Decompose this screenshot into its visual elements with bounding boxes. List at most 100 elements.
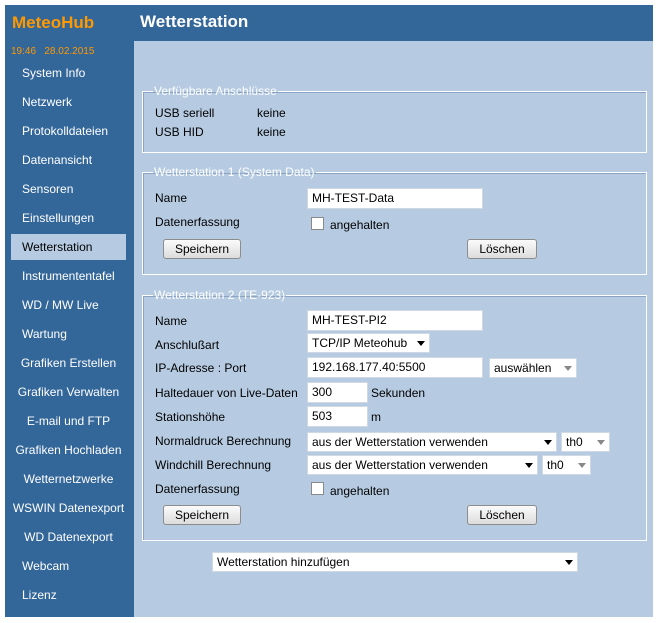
clock-date: 28.02.2015 — [44, 46, 95, 57]
station1-save-button[interactable]: Speichern — [163, 239, 241, 259]
nav-item-sensoren[interactable]: Sensoren — [11, 176, 126, 202]
station2-delete-button[interactable]: Löschen — [467, 505, 537, 525]
nav-item-webcam[interactable]: Webcam — [11, 553, 126, 579]
nav-item-datenansicht[interactable]: Datenansicht — [11, 147, 126, 173]
station2-altitude-label: Stationshöhe — [155, 410, 226, 424]
station2-capture-checkbox-label: angehalten — [330, 484, 390, 498]
station1-delete-button[interactable]: Löschen — [467, 239, 537, 259]
station2-name-label: Name — [155, 314, 188, 328]
nav-label: Instrumententafel — [22, 269, 115, 283]
station2-pressure-value: aus der Wetterstation verwenden — [312, 435, 488, 449]
nav-label: Grafiken Hochladen — [15, 443, 122, 457]
station2-pressure-sensor-select[interactable]: th0 — [561, 432, 610, 452]
station2-windchill-sensor-select[interactable]: th0 — [542, 455, 591, 475]
nav-label: Wetternetzwerke — [23, 472, 114, 486]
nav-label: Grafiken Erstellen — [20, 356, 117, 370]
nav-item-wd-mw-live[interactable]: WD / MW Live — [11, 292, 126, 318]
station2-ip-input[interactable]: 192.168.177.40:5500 — [307, 357, 483, 378]
page-title: Wetterstation — [140, 12, 249, 31]
nav-item-grafiken-erstellen[interactable]: Grafiken Erstellen — [11, 350, 126, 376]
ports-legend: Verfügbare Anschlüsse — [154, 84, 277, 98]
station2-connection-value: TCP/IP Meteohub — [312, 336, 408, 350]
station2-ip-label: IP-Adresse : Port — [155, 361, 247, 375]
ports-fieldset: Verfügbare Anschlüsse — [142, 84, 647, 153]
station1-capture-checkbox-label: angehalten — [330, 218, 390, 232]
station2-save-button[interactable]: Speichern — [163, 505, 241, 525]
clock-time: 19:46 — [11, 46, 37, 57]
nav-label: Einstellungen — [22, 211, 95, 225]
add-station-value: Wetterstation hinzufügen — [217, 555, 350, 569]
nav-label: WSWIN Datenexport — [12, 501, 125, 515]
nav-item-wd-datenexport[interactable]: WD Datenexport — [11, 524, 126, 550]
station2-windchill-sensor-value: th0 — [547, 458, 564, 472]
main-content: Verfügbare Anschlüsse USB seriell keine … — [134, 41, 653, 617]
station2-connection-label: Anschlußart — [155, 338, 220, 352]
nav-item-lizenz[interactable]: Lizenz — [11, 582, 126, 608]
chevron-down-icon — [578, 463, 586, 468]
station2-windchill-label: Windchill Berechnung — [155, 458, 272, 472]
station2-legend: Wetterstation 2 (TE-923) — [154, 288, 286, 302]
station2-pressure-label: Normaldruck Berechnung — [155, 434, 292, 448]
nav-label: E-mail und FTP — [26, 414, 111, 428]
station2-hold-label: Haltedauer von Live-Daten — [155, 386, 298, 400]
nav-item-system-info[interactable]: System Info — [11, 60, 126, 86]
station2-windchill-select[interactable]: aus der Wetterstation verwenden — [307, 455, 538, 475]
clock: 19:46 28.02.2015 — [11, 46, 94, 57]
chevron-down-icon — [597, 440, 605, 445]
port-value-usb-serial: keine — [257, 106, 286, 120]
station1-capture-checkbox[interactable] — [311, 217, 324, 230]
nav-item-wartung[interactable]: Wartung — [11, 321, 126, 347]
station2-hold-input[interactable]: 300 — [307, 382, 368, 403]
nav-item-grafiken-hochladen[interactable]: Grafiken Hochladen — [11, 437, 126, 463]
nav-label: Wetterstation — [22, 240, 93, 254]
nav-label: Protokolldateien — [22, 124, 109, 138]
nav-item-einstellungen[interactable]: Einstellungen — [11, 205, 126, 231]
station2-connection-select[interactable]: TCP/IP Meteohub — [307, 333, 430, 353]
nav-item-netzwerk[interactable]: Netzwerk — [11, 89, 126, 115]
station2-capture-checkbox[interactable] — [311, 482, 324, 495]
station2-altitude-input[interactable]: 503 — [307, 406, 368, 427]
station2-name-input[interactable]: MH-TEST-PI2 — [307, 310, 483, 331]
nav-item-wswin-datenexport[interactable]: WSWIN Datenexport — [11, 495, 126, 521]
chevron-down-icon — [525, 463, 533, 468]
nav-label: WD / MW Live — [22, 298, 99, 312]
station2-capture-label: Datenerfassung — [155, 482, 240, 496]
nav-label: Lizenz — [22, 588, 57, 602]
chevron-down-icon — [544, 440, 552, 445]
nav-label: Grafiken Verwalten — [17, 385, 120, 399]
station1-capture-label: Datenerfassung — [155, 215, 240, 229]
nav-label: Datenansicht — [22, 153, 93, 167]
station2-pressure-sensor-value: th0 — [566, 435, 583, 449]
chevron-down-icon — [564, 366, 572, 371]
station1-legend: Wetterstation 1 (System Data) — [154, 165, 315, 179]
station2-altitude-unit: m — [371, 410, 381, 424]
nav-item-wetternetzwerke[interactable]: Wetternetzwerke — [11, 466, 126, 492]
nav-label: System Info — [22, 66, 86, 80]
port-value-usb-hid: keine — [257, 125, 286, 139]
chevron-down-icon — [565, 560, 573, 565]
nav-label: Netzwerk — [22, 95, 73, 109]
station1-name-label: Name — [155, 191, 188, 205]
nav-item-email-ftp[interactable]: E-mail und FTP — [11, 408, 126, 434]
nav-item-protokolldateien[interactable]: Protokolldateien — [11, 118, 126, 144]
station2-ip-choose-select[interactable]: auswählen — [489, 358, 577, 378]
station1-name-input[interactable]: MH-TEST-Data — [307, 188, 483, 209]
chevron-down-icon — [417, 341, 425, 346]
nav-label: Sensoren — [22, 182, 74, 196]
nav-label: Webcam — [22, 559, 70, 573]
station2-pressure-select[interactable]: aus der Wetterstation verwenden — [307, 432, 557, 452]
station2-hold-unit: Sekunden — [371, 386, 426, 400]
nav-item-wetterstation[interactable]: Wetterstation — [11, 234, 126, 260]
port-label-usb-hid: USB HID — [155, 125, 204, 139]
station2-windchill-value: aus der Wetterstation verwenden — [312, 458, 488, 472]
port-label-usb-serial: USB seriell — [155, 106, 215, 120]
nav-label: Wartung — [22, 327, 67, 341]
station2-ip-choose-value: auswählen — [494, 361, 552, 375]
add-station-select[interactable]: Wetterstation hinzufügen — [212, 552, 578, 572]
sidebar: MeteoHub 19:46 28.02.2015 System Info Ne… — [5, 5, 134, 617]
nav-item-instrumententafel[interactable]: Instrumententafel — [11, 263, 126, 289]
nav-item-grafiken-verwalten[interactable]: Grafiken Verwalten — [11, 379, 126, 405]
logo: MeteoHub — [12, 13, 95, 32]
nav-label: WD Datenexport — [24, 530, 113, 544]
header: Wetterstation — [134, 5, 653, 41]
